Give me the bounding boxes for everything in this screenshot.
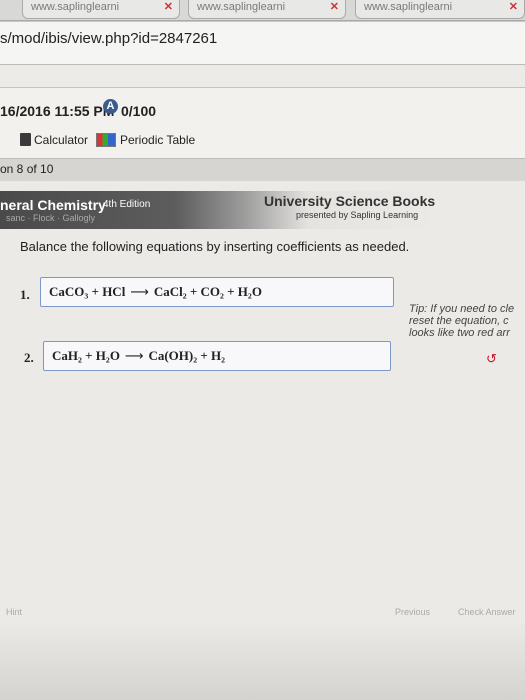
question-panel: neral Chemistry 4th Edition sanc · Flock… bbox=[0, 181, 525, 700]
score-icon: A bbox=[103, 99, 118, 114]
book-edition: 4th Edition bbox=[103, 199, 151, 210]
tip-line: Tip: If you need to cle bbox=[409, 303, 515, 315]
equation-2-editor[interactable]: CaH₂ + H₂O ⟶ Ca(OH)₂ + H₂ bbox=[43, 341, 391, 371]
tip-line: looks like two red arr bbox=[409, 327, 510, 339]
browser-tab-1[interactable]: www.saplinglearni ✕ bbox=[22, 0, 180, 19]
question-nav-bar: on 8 of 10 bbox=[0, 158, 525, 182]
publisher-name: University Science Books bbox=[264, 193, 436, 209]
reset-arrows-icon[interactable]: ↺ bbox=[486, 351, 497, 367]
equation-2[interactable]: CaH₂ + H₂O ⟶ Ca(OH)₂ + H₂ bbox=[52, 348, 225, 364]
browser-tab-3[interactable]: www.saplinglearni ✕ bbox=[355, 0, 525, 19]
calculator-link[interactable]: Calculator bbox=[34, 133, 88, 147]
periodic-table-icon[interactable] bbox=[96, 133, 116, 147]
equation-reactants[interactable]: CaH₂ + H₂O bbox=[52, 348, 120, 363]
periodic-table-link[interactable]: Periodic Table bbox=[120, 133, 195, 147]
question-instructions: Balance the following equations by inser… bbox=[20, 239, 410, 254]
tab-label: www.saplinglearni bbox=[31, 1, 120, 13]
calculator-icon[interactable] bbox=[20, 133, 31, 146]
equation-number: 2. bbox=[24, 350, 34, 365]
previous-button[interactable]: Previous bbox=[395, 607, 430, 617]
due-date: 16/2016 11:55 PM bbox=[0, 103, 115, 119]
question-counter: on 8 of 10 bbox=[0, 162, 54, 176]
browser-tab-2[interactable]: www.saplinglearni ✕ bbox=[188, 0, 346, 19]
tab-label: www.saplinglearni bbox=[364, 1, 453, 13]
hint-button[interactable]: Hint bbox=[6, 607, 22, 617]
tip-line: reset the equation, c bbox=[409, 315, 509, 327]
tip-text: Tip: If you need to cle reset the equati… bbox=[409, 303, 525, 339]
toolbar-strip bbox=[0, 65, 525, 88]
equation-products[interactable]: Ca(OH)₂ + H₂ bbox=[148, 348, 225, 363]
page-shadow bbox=[0, 621, 525, 700]
reaction-arrow: ⟶ bbox=[124, 349, 144, 364]
equation-reactants[interactable]: CaCO₃ + HCl bbox=[49, 284, 125, 299]
book-authors: sanc · Flock · Gallogly bbox=[6, 213, 96, 223]
reaction-arrow: ⟶ bbox=[130, 285, 149, 300]
tab-label: www.saplinglearni bbox=[197, 1, 286, 13]
close-icon[interactable]: ✕ bbox=[164, 0, 173, 14]
close-icon[interactable]: ✕ bbox=[330, 0, 339, 14]
assignment-info-bar: 16/2016 11:55 PM A 0/100 Calculator Peri… bbox=[0, 88, 525, 160]
equation-1-editor[interactable]: CaCO₃ + HCl ⟶ CaCl₂ + CO₂ + H₂O bbox=[40, 277, 394, 307]
book-title: neral Chemistry bbox=[0, 197, 106, 213]
close-icon[interactable]: ✕ bbox=[509, 0, 518, 14]
browser-tab-bar: www.saplinglearni ✕ www.saplinglearni ✕ … bbox=[0, 0, 525, 21]
publisher-subtitle: presented by Sapling Learning bbox=[296, 210, 419, 220]
equation-1[interactable]: CaCO₃ + HCl ⟶ CaCl₂ + CO₂ + H₂O bbox=[49, 284, 262, 300]
equation-number: 1. bbox=[20, 287, 30, 302]
equation-products[interactable]: CaCl₂ + CO₂ + H₂O bbox=[154, 284, 262, 299]
score-value: 0/100 bbox=[121, 103, 157, 119]
address-bar[interactable]: s/mod/ibis/view.php?id=2847261 bbox=[0, 22, 525, 65]
textbook-banner: neral Chemistry 4th Edition sanc · Flock… bbox=[0, 191, 440, 229]
check-answer-button[interactable]: Check Answer bbox=[458, 607, 516, 617]
url-text[interactable]: s/mod/ibis/view.php?id=2847261 bbox=[0, 30, 217, 47]
